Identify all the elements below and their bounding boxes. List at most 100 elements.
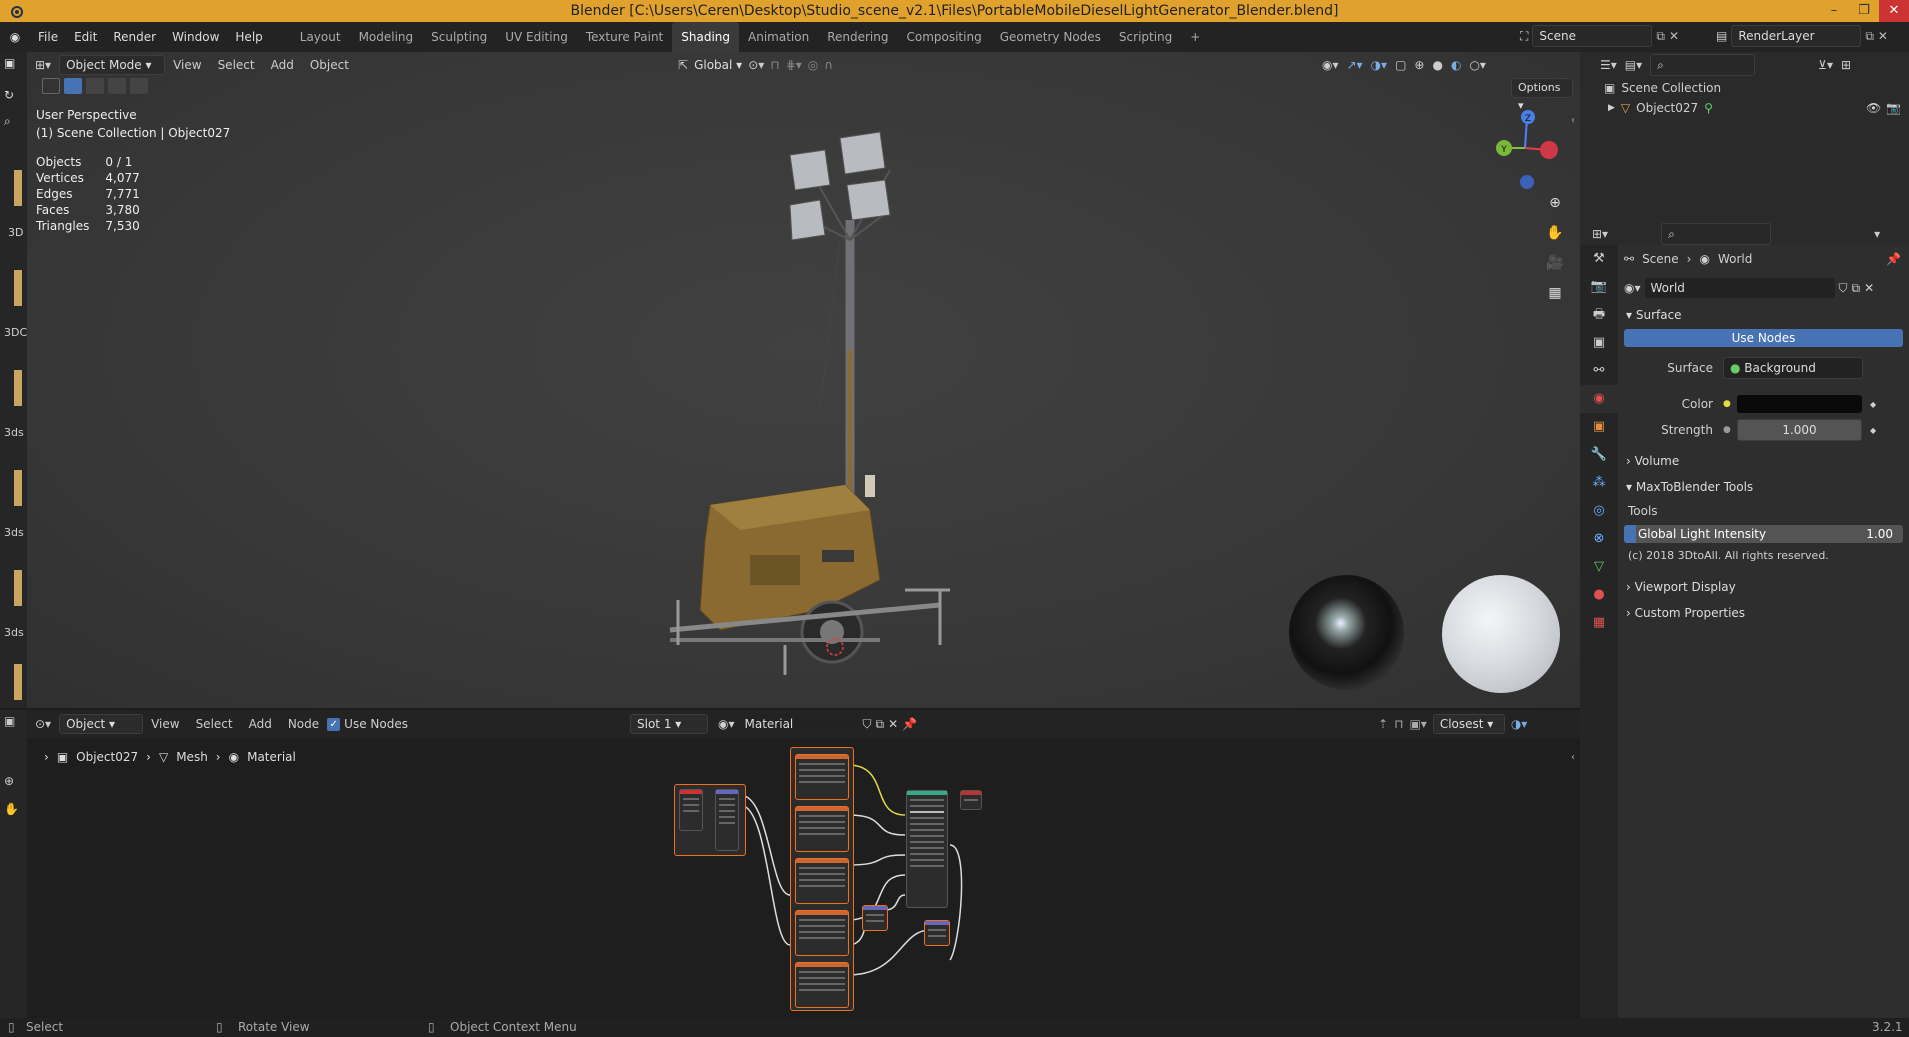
transform-tool-icon[interactable]: ↻ bbox=[4, 88, 14, 102]
node-menu-select[interactable]: Select bbox=[188, 717, 241, 731]
tab-layout[interactable]: Layout bbox=[291, 22, 350, 52]
navigation-gizmo[interactable]: Z Y bbox=[1490, 108, 1560, 193]
keyframe-dot-icon[interactable]: ◆ bbox=[1870, 426, 1876, 435]
snap-target-icon[interactable]: ⋕▾ bbox=[786, 58, 802, 72]
rendered-shading-icon[interactable]: ○▾ bbox=[1469, 58, 1486, 72]
global-light-intensity-slider[interactable]: Global Light Intensity 1.00 bbox=[1624, 525, 1903, 543]
use-nodes-checkbox[interactable]: ✓ Use Nodes bbox=[327, 717, 408, 731]
collapse-arrow-icon[interactable]: › bbox=[44, 750, 49, 764]
world-name-field[interactable]: World bbox=[1644, 278, 1835, 298]
tab-scripting[interactable]: Scripting bbox=[1110, 22, 1181, 52]
node-frame-mapping[interactable] bbox=[674, 784, 746, 856]
display-mode-icon[interactable]: ▤▾ bbox=[1625, 58, 1642, 72]
tab-uv-editing[interactable]: UV Editing bbox=[496, 22, 577, 52]
menu-window[interactable]: Window bbox=[164, 22, 227, 52]
tab-modeling[interactable]: Modeling bbox=[350, 22, 423, 52]
overlay-icon[interactable]: ◑▾ bbox=[1511, 717, 1528, 731]
select-new-icon[interactable] bbox=[64, 78, 82, 94]
grid-icon[interactable]: ▦ bbox=[1544, 282, 1566, 304]
node-image-texture[interactable] bbox=[795, 858, 849, 904]
properties-editor-icon[interactable]: ⊞▾ bbox=[1592, 227, 1608, 241]
search-icon[interactable]: ⌕ bbox=[4, 114, 11, 129]
new-layer-icon[interactable]: ⧉ bbox=[1865, 29, 1874, 44]
node-normal-map[interactable] bbox=[862, 905, 888, 931]
surface-shader-field[interactable]: ● Background bbox=[1723, 357, 1863, 379]
texture-tab-icon[interactable]: ▦ bbox=[1580, 609, 1618, 637]
renderlayer-icon[interactable]: ▤ bbox=[1716, 29, 1727, 43]
snap-icon[interactable]: ⊓ bbox=[770, 58, 779, 72]
properties-search-input[interactable]: ⌕ bbox=[1661, 222, 1772, 245]
viewport-menu-select[interactable]: Select bbox=[210, 58, 263, 72]
tab-animation[interactable]: Animation bbox=[739, 22, 818, 52]
mesh-data-icon[interactable]: ⚲ bbox=[1704, 101, 1713, 115]
zoom-icon[interactable]: ⊕ bbox=[1544, 192, 1566, 214]
render-visibility-icon[interactable]: 📷 bbox=[1886, 101, 1901, 115]
blender-menu-icon[interactable]: ◉ bbox=[0, 30, 30, 44]
tab-texture-paint[interactable]: Texture Paint bbox=[577, 22, 672, 52]
delete-layer-icon[interactable]: ✕ bbox=[1878, 29, 1888, 43]
physics-tab-icon[interactable]: ◎ bbox=[1580, 497, 1618, 525]
material-tab-icon[interactable]: ● bbox=[1580, 581, 1618, 609]
output-tab-icon[interactable]: 🖶 bbox=[1580, 301, 1618, 329]
duplicate-material-icon[interactable]: ⧉ bbox=[876, 717, 885, 732]
scene-tab-icon[interactable]: ⚯ bbox=[1580, 357, 1618, 385]
node-hand-icon[interactable]: ✋ bbox=[4, 802, 19, 816]
properties-options-icon[interactable]: ▾ bbox=[1874, 227, 1880, 241]
node-frame-textures[interactable] bbox=[790, 747, 854, 1011]
node-image-texture[interactable] bbox=[795, 962, 849, 1008]
node-add-icon[interactable]: ⊕ bbox=[4, 774, 14, 788]
color-swatch[interactable] bbox=[1737, 395, 1862, 413]
new-scene-icon[interactable]: ⧉ bbox=[1656, 29, 1665, 44]
node-menu-view[interactable]: View bbox=[143, 717, 187, 731]
tool-tab-icon[interactable]: ⚒ bbox=[1580, 245, 1618, 273]
snap-closest-dropdown[interactable]: Closest ▾ bbox=[1432, 714, 1505, 734]
keyframe-dot-icon[interactable]: ◆ bbox=[1870, 400, 1876, 409]
restore-icon[interactable]: ❐ bbox=[1849, 0, 1879, 22]
eye-visibility-icon[interactable]: 👁 bbox=[1866, 101, 1881, 115]
use-nodes-button[interactable]: Use Nodes bbox=[1624, 329, 1903, 347]
renderlayer-field[interactable]: RenderLayer bbox=[1731, 25, 1862, 47]
cursor-tool-icon[interactable]: ▣ bbox=[4, 56, 15, 70]
node-object-dropdown[interactable]: Object ▾ bbox=[59, 714, 144, 734]
tab-rendering[interactable]: Rendering bbox=[818, 22, 897, 52]
overlay-icon[interactable]: ◑▾ bbox=[1371, 58, 1388, 72]
tab-compositing[interactable]: Compositing bbox=[897, 22, 990, 52]
tab-geometry-nodes[interactable]: Geometry Nodes bbox=[991, 22, 1110, 52]
editor-type-icon[interactable]: ⊞▾ bbox=[27, 58, 59, 72]
menu-edit[interactable]: Edit bbox=[66, 22, 105, 52]
node-sidebar-icon[interactable]: ▣ bbox=[4, 714, 15, 728]
pin-icon[interactable]: 📌 bbox=[1886, 252, 1901, 266]
surface-panel-header[interactable]: ▾ Surface bbox=[1618, 303, 1909, 327]
node-image-texture[interactable] bbox=[795, 754, 849, 800]
node-material-output[interactable] bbox=[960, 790, 982, 810]
options-dropdown[interactable]: Options ▾ bbox=[1511, 78, 1573, 112]
node-image-texture[interactable] bbox=[795, 806, 849, 852]
material-name-field[interactable]: Material bbox=[738, 714, 859, 734]
proportional-edit-icon[interactable]: ◎ bbox=[808, 58, 818, 72]
node-principled-bsdf[interactable] bbox=[906, 790, 948, 908]
view-layer-tab-icon[interactable]: ▣ bbox=[1580, 329, 1618, 357]
viewport-display-panel-header[interactable]: › Viewport Display bbox=[1618, 575, 1909, 599]
select-extend-icon[interactable] bbox=[86, 78, 104, 94]
scene-icon[interactable]: ⛶ bbox=[1520, 29, 1528, 44]
slot-dropdown[interactable]: Slot 1 ▾ bbox=[630, 714, 708, 734]
collapse-sidebar-icon[interactable]: ‹ bbox=[1571, 115, 1575, 126]
menu-file[interactable]: File bbox=[30, 22, 66, 52]
pan-hand-icon[interactable]: ✋ bbox=[1544, 222, 1566, 244]
volume-panel-header[interactable]: › Volume bbox=[1618, 449, 1909, 473]
select-intersect-icon[interactable] bbox=[130, 78, 148, 94]
tab-shading[interactable]: Shading bbox=[672, 22, 739, 52]
render-tab-icon[interactable]: 📷 bbox=[1580, 273, 1618, 301]
fake-user-icon[interactable]: ⛉ bbox=[863, 717, 872, 732]
material-shading-icon[interactable]: ◐ bbox=[1451, 58, 1461, 72]
pivot-icon[interactable]: ⊙▾ bbox=[748, 58, 764, 72]
node-image-texture[interactable] bbox=[795, 910, 849, 956]
expand-arrow-icon[interactable]: ▶ bbox=[1608, 103, 1615, 113]
filter-icon[interactable]: ⊻▾ bbox=[1818, 58, 1833, 72]
camera-icon[interactable]: 🎥 bbox=[1544, 252, 1566, 274]
unlink-world-icon[interactable]: ✕ bbox=[1864, 281, 1874, 295]
node-editor-type-icon[interactable]: ⊙▾ bbox=[27, 717, 59, 731]
gizmo-icon[interactable]: ↗▾ bbox=[1347, 58, 1363, 72]
minimize-icon[interactable]: – bbox=[1819, 0, 1849, 22]
collapse-node-sidebar-icon[interactable]: ‹ bbox=[1571, 752, 1575, 763]
